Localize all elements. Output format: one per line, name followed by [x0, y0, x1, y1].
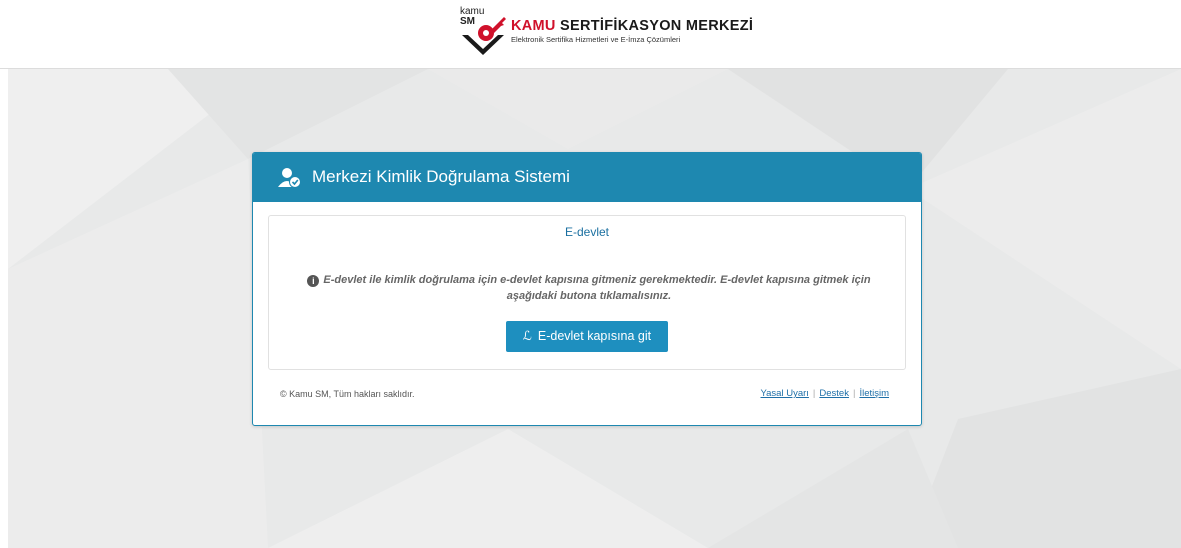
link-icon: ℒ [522, 329, 532, 343]
kamu-sm-logo[interactable]: kamu SM KAMU SERTİFİKASYON MERKEZİ Elekt… [458, 7, 753, 59]
link-separator: | [812, 388, 816, 399]
logo-mark-icon: kamu SM [458, 7, 508, 59]
user-check-icon [278, 167, 302, 189]
copyright-text: Kamu SM, Tüm hakları saklıdır. [289, 389, 415, 399]
panel-title: Merkezi Kimlik Doğrulama Sistemi [312, 167, 570, 186]
link-support[interactable]: Destek [819, 388, 849, 399]
site-header: kamu SM KAMU SERTİFİKASYON MERKEZİ Elekt… [0, 0, 1181, 69]
logo-title-rest: SERTİFİKASYON MERKEZİ [555, 18, 754, 34]
edevlet-box: E-devlet i E-devlet ile kimlik doğrulama … [268, 215, 906, 370]
auth-panel: Merkezi Kimlik Doğrulama Sistemi E-devle… [252, 152, 922, 426]
link-legal[interactable]: Yasal Uyarı [761, 388, 809, 399]
link-separator: | [852, 388, 856, 399]
logo-sm-text: SM [460, 16, 475, 27]
info-message: i E-devlet ile kimlik doğrulama için e-de… [299, 272, 879, 304]
info-icon: i [307, 275, 320, 287]
edevlet-button-label: E-devlet kapısına git [537, 329, 652, 343]
info-text: E-devlet ile kimlik doğrulama için e-dev… [323, 274, 871, 302]
section-title: E-devlet [564, 225, 610, 239]
link-contact[interactable]: İletişim [859, 388, 889, 399]
footer-links: Yasal Uyarı | Destek | İletişim [761, 388, 889, 399]
logo-subtitle: Elektronik Sertifika Hizmetleri ve E-İmz… [511, 35, 681, 44]
copyright: © Kamu SM, Tüm hakları saklıdır. [280, 389, 415, 399]
edevlet-button[interactable]: ℒ E-devlet kapısına git [506, 321, 668, 352]
logo-title-red: KAMU [511, 18, 556, 34]
panel-header: Merkezi Kimlik Doğrulama Sistemi [253, 153, 921, 202]
logo-title: KAMU SERTİFİKASYON MERKEZİ [511, 18, 753, 34]
